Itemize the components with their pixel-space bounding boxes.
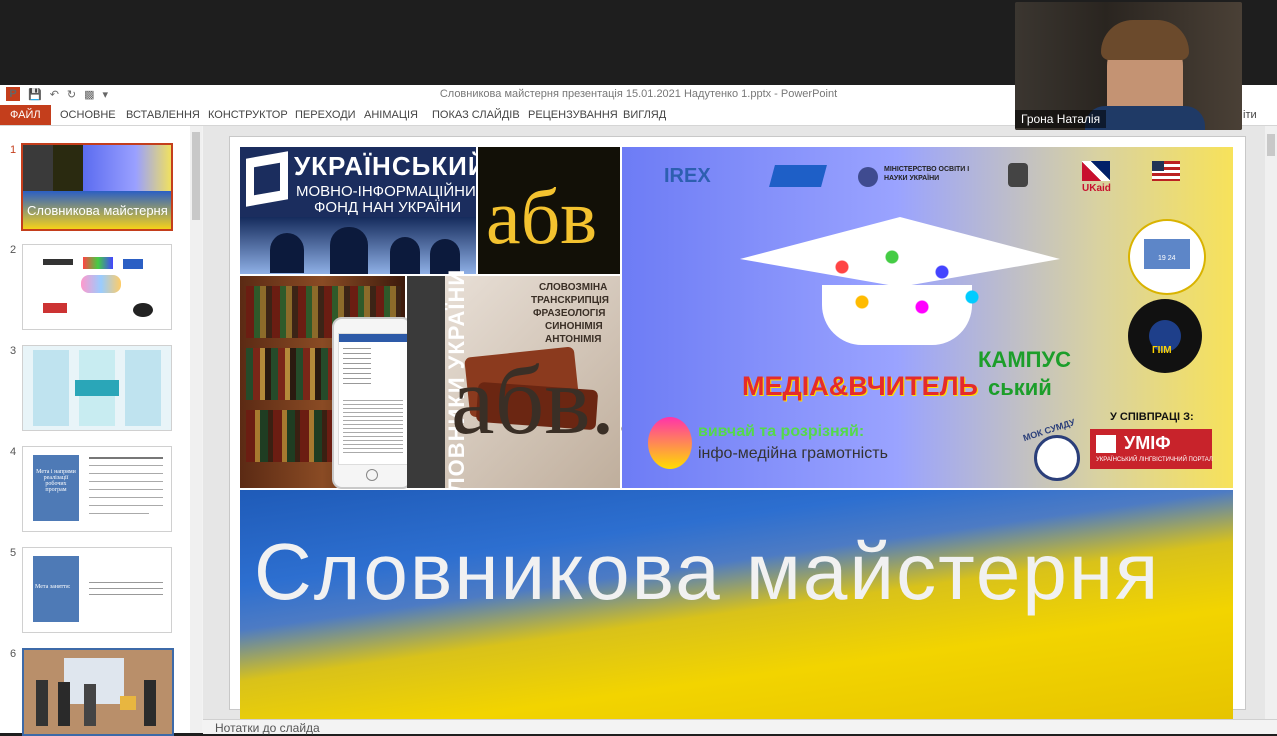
fund-title-3: ФОНД НАН УКРАЇНИ (314, 199, 462, 216)
slide-thumbnail-5[interactable]: Мета заняття: (22, 547, 172, 633)
slide-thumbnail-2[interactable] (22, 244, 172, 330)
slide-thumbnail-3[interactable] (22, 345, 172, 431)
media-campus-panel: IREX МІНІСТЕРСТВО ОСВІТИ І НАУКИ УКРАЇНИ… (622, 147, 1233, 488)
tab-file[interactable]: ФАЙЛ (0, 105, 51, 125)
seal-year: 19 24 (1158, 255, 1176, 262)
slides-pane: 1 Словникова майстерня 2 3 4 Мета і напр… (0, 126, 190, 736)
tab-animations[interactable]: АНІМАЦІЯ (364, 105, 418, 125)
tab-design[interactable]: КОНСТРУКТОР (208, 105, 288, 125)
kids-umbrella-icon (648, 417, 692, 469)
abv-large: абв (486, 173, 598, 260)
dict-list-3: ФРАЗЕОЛОГІЯ (533, 308, 606, 319)
thumb-number-2: 2 (10, 244, 17, 256)
thumb-number-5: 5 (10, 547, 17, 559)
dict-list-2: ТРАНСКРИПЦІЯ (531, 295, 609, 306)
dict-list-1: СЛОВОЗМІНА (539, 282, 608, 293)
webcam-video: Грона Наталія (1015, 2, 1242, 130)
umif-label: УМІФ (1124, 433, 1171, 453)
giim-label: ГІІМ (1152, 345, 1172, 356)
thumb-4-box: Мета і напрями реалізації робочих програ… (36, 469, 76, 493)
learn-line-2: інфо-медійна грамотність (698, 445, 888, 462)
ukaid-logo: UKaid (1082, 183, 1111, 194)
media-teacher-title: МЕДІА&ВЧИТЕЛЬ (742, 371, 978, 401)
thumb-number-4: 4 (10, 446, 17, 458)
dictionaries-panel: СЛОВНИКИ УКРАЇНИ абв... СЛОВОЗМІНА ТРАНС… (407, 269, 664, 509)
tab-slideshow[interactable]: ПОКАЗ СЛАЙДІВ (432, 105, 520, 125)
mok-logo-icon (1034, 435, 1080, 481)
crest-icon (1008, 163, 1028, 187)
slide-thumbnail-1[interactable]: Словникова майстерня (21, 143, 173, 231)
thumb-number-3: 3 (10, 345, 17, 357)
ministry-logo: МІНІСТЕРСТВО ОСВІТИ І НАУКИ УКРАЇНИ (884, 166, 970, 182)
language-fund-banner: УКРАЇНСЬКИЙ МОВНО-ІНФОРМАЦІЙНИЙ ФОНД НАН… (240, 147, 487, 274)
slide-thumbnail-4[interactable]: Мета і напрями реалізації робочих програ… (22, 446, 172, 532)
abv-panel: абв (478, 147, 620, 274)
giim-logo-icon: ГІІМ (1128, 299, 1202, 373)
campus-suffix: ський (988, 375, 1052, 400)
tab-transitions[interactable]: ПЕРЕХОДИ (295, 105, 356, 125)
umif-logo: УМІФ УКРАЇНСЬКИЙ ЛІНГВІСТИЧНИЙ ПОРТАЛ (1090, 429, 1213, 469)
campus-word: КАМПУС (978, 347, 1072, 372)
thumb-number-1: 1 (10, 144, 17, 156)
irex-logo: IREX (664, 165, 711, 187)
us-flag-icon (1152, 161, 1180, 181)
slide-canvas[interactable]: УКРАЇНСЬКИЙ МОВНО-ІНФОРМАЦІЙНИЙ ФОНД НАН… (229, 136, 1246, 719)
fund-title-1: УКРАЇНСЬКИЙ (294, 151, 488, 181)
learn-line-1: вивчай та розрізняй: (698, 423, 865, 440)
powerpoint-window: P 💾 ↶ ↻ ▩ ▾ Словникова майстерня презент… (0, 85, 1277, 736)
cooperation-label: У СПІВПРАЦІ З: (1110, 411, 1194, 423)
book-logo-icon (246, 151, 288, 207)
slide-editor: УКРАЇНСЬКИЙ МОВНО-ІНФОРМАЦІЙНИЙ ФОНД НАН… (203, 126, 1265, 719)
slide-1-content: УКРАЇНСЬКИЙ МОВНО-ІНФОРМАЦІЙНИЙ ФОНД НАН… (240, 147, 1233, 719)
phone-image (332, 317, 412, 489)
trident-icon (858, 167, 878, 187)
tab-view[interactable]: ВИГЛЯД (623, 105, 666, 125)
umif-subtitle: УКРАЇНСЬКИЙ ЛІНГВІСТИЧНИЙ ПОРТАЛ (1096, 457, 1213, 463)
slide-thumbnail-6[interactable] (22, 648, 174, 736)
partner-logo-icon (769, 165, 827, 187)
slide-main-title: Словникова майстерня (254, 527, 1161, 616)
dict-list-5: АНТОНІМІЯ (545, 334, 602, 345)
fund-title-2: МОВНО-ІНФОРМАЦІЙНИЙ (296, 183, 487, 200)
tab-review[interactable]: РЕЦЕНЗУВАННЯ (528, 105, 618, 125)
notes-pane[interactable]: Нотатки до слайда (203, 719, 1277, 735)
slides-pane-scrollbar[interactable] (190, 126, 202, 733)
sign-in-link[interactable]: іти (1243, 105, 1257, 125)
editor-scrollbar[interactable] (1265, 126, 1277, 733)
uk-flag-icon (1082, 161, 1110, 181)
thumb-5-box: Мета заняття: (35, 584, 71, 590)
thumb-number-6: 6 (10, 648, 17, 660)
scrollbar-thumb[interactable] (192, 132, 200, 220)
thumb-1-caption: Словникова майстерня (27, 203, 168, 218)
ukraine-flag-banner: Словникова майстерня (240, 490, 1233, 719)
tab-home[interactable]: ОСНОВНЕ (60, 105, 116, 125)
dict-list-4: СИНОНІМІЯ (545, 321, 603, 332)
university-seal-icon: 19 24 (1128, 219, 1206, 295)
tab-insert[interactable]: ВСТАВЛЕННЯ (126, 105, 200, 125)
participant-name: Грона Наталія (1015, 110, 1107, 128)
